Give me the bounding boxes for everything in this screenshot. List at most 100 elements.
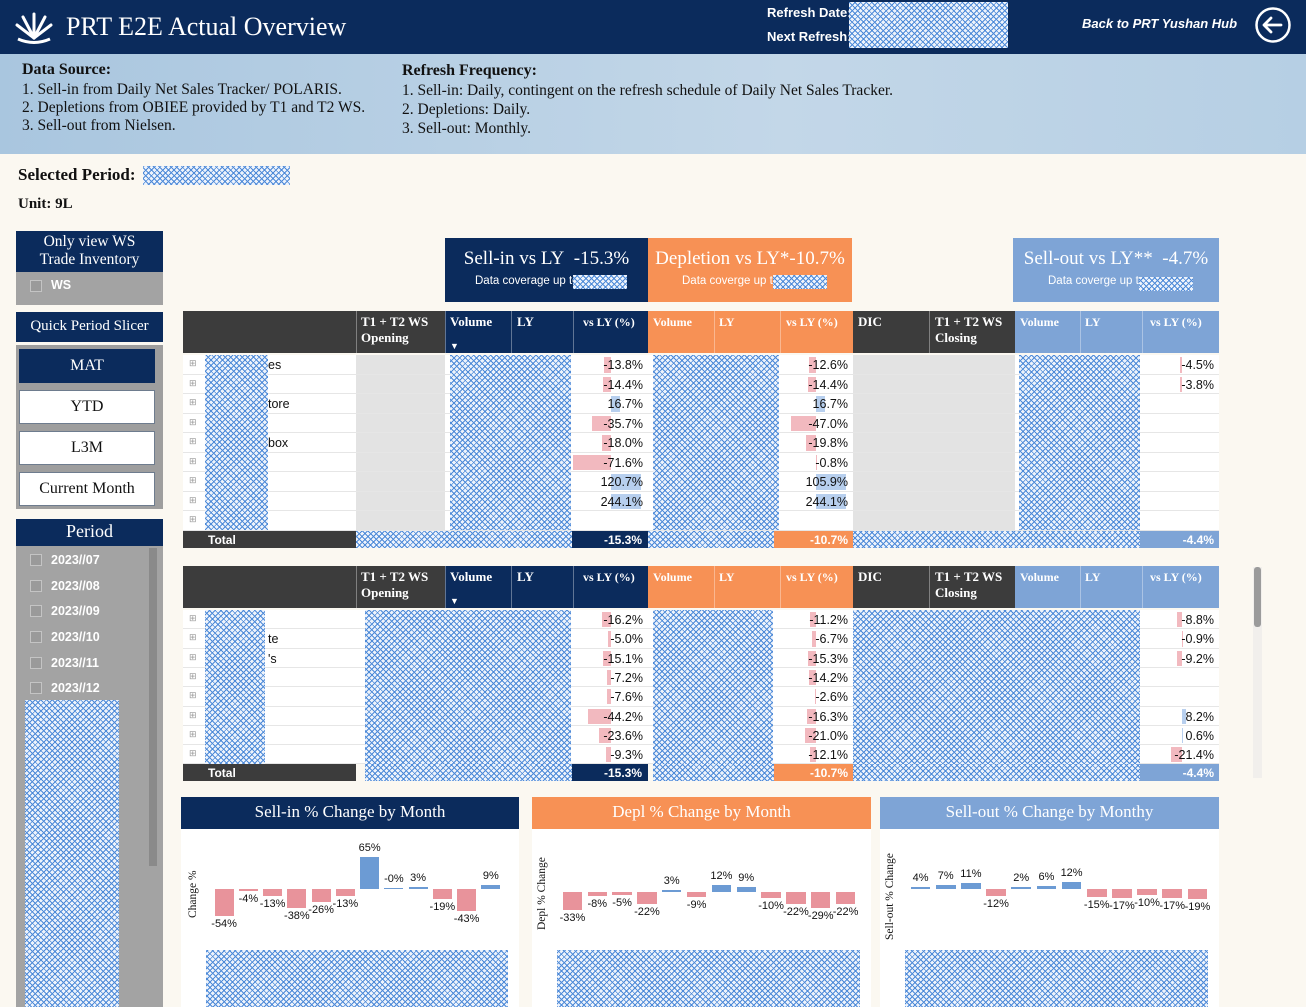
quick-slicer-title: Quick Period Slicer	[16, 312, 163, 342]
column-header-volume[interactable]: Volume	[450, 314, 492, 330]
column-header-closing[interactable]: T1 + T2 WS Closing	[935, 569, 1002, 601]
expand-icon[interactable]: ⊞	[189, 671, 197, 682]
expand-icon[interactable]: ⊞	[189, 495, 197, 506]
column-header-vs-ly[interactable]: vs LY (%)	[1150, 569, 1202, 585]
unit-label: Unit: 9L	[18, 196, 73, 212]
chart-data-label: -9%	[686, 898, 707, 911]
period-checkbox[interactable]	[30, 580, 42, 592]
column-header-vs-ly[interactable]: vs LY (%)	[1150, 314, 1202, 330]
sort-down-icon[interactable]: ▼	[450, 596, 459, 606]
header-divider	[1080, 311, 1081, 353]
period-checkbox[interactable]	[30, 657, 42, 669]
expand-icon[interactable]: ⊞	[189, 514, 197, 525]
chart-y-axis-label: Depl % Change	[536, 857, 548, 930]
row-label-fragment: te	[268, 632, 279, 647]
slicer-ytd-button[interactable]: YTD	[19, 390, 155, 424]
column-header-vs-ly[interactable]: vs LY (%)	[583, 569, 635, 585]
period-item[interactable]: 2023//07	[51, 553, 100, 567]
header-divider	[511, 566, 512, 608]
vs-ly-value: -9.2%	[1181, 651, 1214, 666]
back-arrow-icon[interactable]	[1254, 6, 1292, 44]
column-header-volume[interactable]: Volume	[1020, 314, 1059, 330]
period-checkbox[interactable]	[30, 682, 42, 694]
next-refresh-label: Next Refresh:	[767, 29, 852, 44]
chart-data-label: -17%	[1159, 900, 1186, 913]
column-header-ly[interactable]: LY	[517, 314, 534, 330]
total-label: Total	[208, 766, 236, 781]
chart-data-label: 7%	[937, 870, 954, 883]
column-header-dic[interactable]: DIC	[858, 314, 882, 330]
chart-data-label: 4%	[912, 871, 929, 884]
period-checkbox[interactable]	[30, 631, 42, 643]
period-item[interactable]: 2023//11	[51, 656, 99, 670]
expand-icon[interactable]: ⊞	[189, 690, 197, 701]
column-header-opening[interactable]: T1 + T2 WS Opening	[361, 569, 428, 601]
column-header-vs-ly[interactable]: vs LY (%)	[786, 314, 838, 330]
chart-bar	[360, 856, 380, 889]
page-scrollbar-thumb[interactable]	[1254, 567, 1261, 627]
header-divider	[714, 566, 715, 608]
vs-ly-value: -44.2%	[603, 709, 643, 724]
sort-down-icon[interactable]: ▼	[450, 341, 459, 351]
header-divider	[445, 566, 446, 608]
redacted-period-list	[25, 700, 119, 1007]
expand-icon[interactable]: ⊞	[189, 456, 197, 467]
chart-data-label: 3%	[663, 875, 680, 887]
column-header-opening[interactable]: T1 + T2 WS Opening	[361, 314, 428, 346]
kpi-sellout: Sell-out vs LY** -4.7% Data coverge up t…	[1013, 238, 1219, 302]
column-header-vs-ly[interactable]: vs LY (%)	[786, 569, 838, 585]
header-divider	[356, 311, 357, 353]
kpi-depletion-label: Depletion vs LY*	[655, 248, 790, 269]
period-item[interactable]: 2023//09	[51, 604, 100, 618]
ws-checkbox[interactable]	[30, 280, 42, 292]
vs-ly-value: -11.2%	[809, 613, 848, 627]
slicer-l3m-button[interactable]: L3M	[19, 431, 155, 465]
expand-icon[interactable]: ⊞	[189, 710, 197, 721]
column-header-ly[interactable]: LY	[517, 569, 534, 585]
expand-icon[interactable]: ⊞	[189, 613, 197, 624]
expand-icon[interactable]: ⊞	[189, 652, 197, 663]
table-column-fill	[853, 355, 1015, 531]
expand-icon[interactable]: ⊞	[189, 729, 197, 740]
chart-bar	[1112, 889, 1132, 899]
column-header-ly[interactable]: LY	[719, 314, 735, 330]
expand-icon[interactable]: ⊞	[189, 632, 197, 643]
period-item[interactable]: 2023//12	[51, 681, 100, 695]
chart-data-label: 12%	[1060, 867, 1083, 880]
column-header-volume[interactable]: Volume	[653, 569, 692, 585]
back-link[interactable]: Back to PRT Yushan Hub	[1082, 16, 1237, 31]
period-scrollbar[interactable]	[149, 548, 157, 866]
expand-icon[interactable]: ⊞	[189, 436, 197, 447]
chart-data-label: -15%	[1083, 899, 1110, 912]
expand-icon[interactable]: ⊞	[189, 397, 197, 408]
period-checkbox[interactable]	[30, 554, 42, 566]
chart-title: Depl % Change by Month	[532, 797, 871, 829]
period-item[interactable]: 2023//08	[51, 579, 100, 593]
chart-bar	[287, 889, 307, 908]
refresh-line: 1. Sell-in: Daily, contingent on the ref…	[402, 82, 894, 99]
column-header-ly[interactable]: LY	[1085, 314, 1101, 330]
column-header-volume[interactable]: Volume	[450, 569, 492, 585]
column-header-ly[interactable]: LY	[719, 569, 735, 585]
column-header-vs-ly[interactable]: vs LY (%)	[583, 314, 635, 330]
expand-icon[interactable]: ⊞	[189, 475, 197, 486]
slicer-mat-button[interactable]: MAT	[19, 349, 155, 383]
chart-data-label: -13%	[332, 897, 359, 910]
column-header-ly[interactable]: LY	[1085, 569, 1101, 585]
period-checkbox[interactable]	[30, 605, 42, 617]
column-header-volume[interactable]: Volume	[1020, 569, 1059, 585]
column-header-dic[interactable]: DIC	[858, 569, 882, 585]
chart-bar	[637, 892, 657, 905]
header-divider	[445, 311, 446, 353]
redacted-kpi-date	[573, 275, 627, 289]
column-header-volume[interactable]: Volume	[653, 314, 692, 330]
slicer-current-month-button[interactable]: Current Month	[19, 472, 155, 506]
period-item[interactable]: 2023//10	[51, 630, 100, 644]
header-divider	[1142, 311, 1143, 353]
column-header-closing[interactable]: T1 + T2 WS Closing	[935, 314, 1002, 346]
expand-icon[interactable]: ⊞	[189, 417, 197, 428]
vs-ly-value: -15.1%	[603, 651, 643, 666]
expand-icon[interactable]: ⊞	[189, 358, 197, 369]
expand-icon[interactable]: ⊞	[189, 748, 197, 759]
expand-icon[interactable]: ⊞	[189, 378, 197, 389]
